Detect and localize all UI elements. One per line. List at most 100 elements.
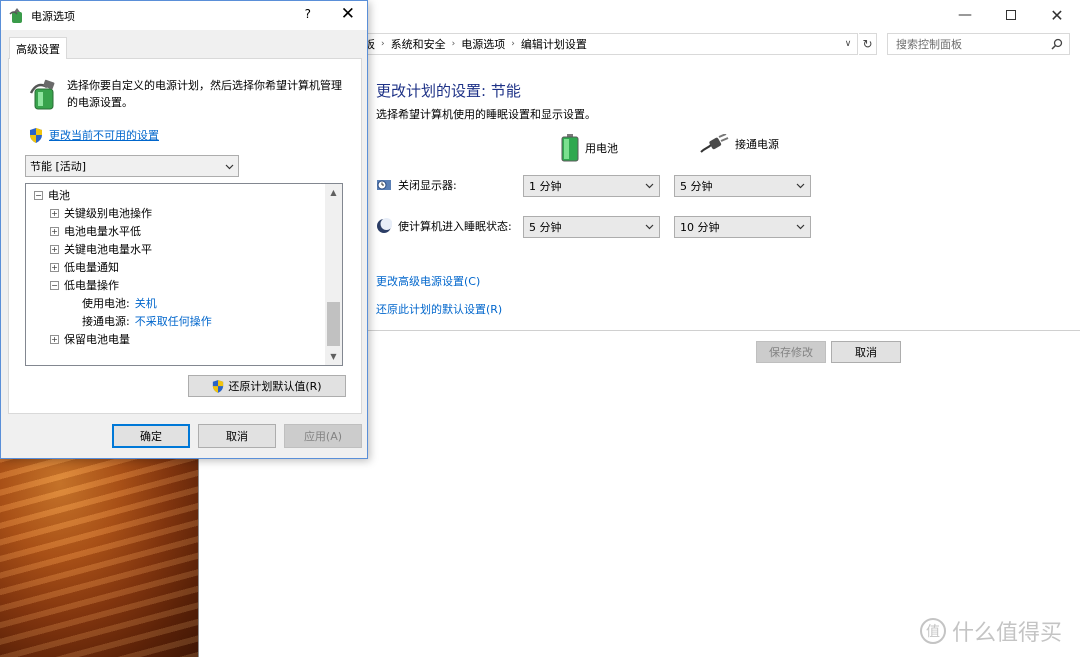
chevron-down-icon <box>645 224 654 230</box>
breadcrumb-power-options[interactable]: 电源选项 <box>457 36 509 52</box>
sleep-row-label: 使计算机进入睡眠状态: <box>376 218 512 234</box>
maximize-button[interactable] <box>988 0 1034 30</box>
power-plan-select[interactable]: 节能 [活动] <box>25 155 239 177</box>
plugged-in-label: 接通电源: <box>82 315 130 328</box>
battery-label: 用电池 <box>585 142 618 155</box>
chevron-right-icon: › <box>451 39 456 49</box>
display-off-battery-select[interactable]: 1 分钟 <box>523 175 660 197</box>
settings-tree[interactable]: − 电池 + 关键级别电池操作 + 电池电量水平低 + 关键电池电量水平 + 低… <box>25 183 343 366</box>
plugged-in-value[interactable]: 不采取任何操作 <box>135 313 212 329</box>
page-title: 更改计划的设置: 节能 <box>376 82 521 100</box>
change-unavailable-settings-link[interactable]: 更改当前不可用的设置 <box>29 127 159 143</box>
tree-setting-on-battery[interactable]: 使用电池: 关机 <box>82 294 157 312</box>
on-battery-label: 使用电池: <box>82 297 130 310</box>
chevron-down-icon[interactable]: ∨ <box>839 34 857 54</box>
watermark: 值 什么值得买 <box>919 615 1062 647</box>
tab-panel: 选择你要自定义的电源计划，然后选择你希望计算机管理的电源设置。 更改当前不可用的… <box>8 58 362 414</box>
change-unavailable-settings-label: 更改当前不可用的设置 <box>49 129 159 142</box>
tree-node-label: 关键电池电量水平 <box>64 243 152 256</box>
tab-advanced-settings[interactable]: 高级设置 <box>9 37 67 59</box>
maximize-icon <box>1006 10 1016 20</box>
tree-node-battery[interactable]: − 电池 <box>34 186 70 204</box>
sleep-battery-select[interactable]: 5 分钟 <box>523 216 660 238</box>
chevron-down-icon <box>645 183 654 189</box>
tree-node-label: 电池电量水平低 <box>64 225 141 238</box>
sleep-plugged-select[interactable]: 10 分钟 <box>674 216 811 238</box>
tree-node-label: 低电量通知 <box>64 261 119 274</box>
chevron-down-icon <box>225 164 234 170</box>
chevron-right-icon: › <box>511 39 515 49</box>
collapse-icon[interactable]: − <box>50 280 59 290</box>
uac-shield-icon <box>30 127 42 143</box>
plugged-label: 接通电源 <box>735 138 779 151</box>
watermark-text: 什么值得买 <box>951 621 1062 646</box>
sleep-plugged-value: 10 分钟 <box>680 221 720 234</box>
expand-icon[interactable]: + <box>50 226 59 236</box>
wallpaper-texture <box>0 440 200 657</box>
tree-node-label: 关键级别电池操作 <box>64 207 152 220</box>
advanced-power-settings-link[interactable]: 更改高级电源设置(C) <box>376 273 480 289</box>
restore-plan-defaults-button[interactable]: 还原计划默认值(R) <box>188 375 346 397</box>
ok-button[interactable]: 确定 <box>112 424 190 448</box>
scroll-thumb[interactable] <box>327 302 340 346</box>
display-clock-icon <box>377 180 391 190</box>
tree-node-low-action[interactable]: − 低电量操作 <box>50 276 119 294</box>
moon-sleep-icon <box>377 218 392 233</box>
tree-node-low-level[interactable]: + 电池电量水平低 <box>50 222 141 240</box>
display-off-plugged-select[interactable]: 5 分钟 <box>674 175 811 197</box>
cancel-button[interactable]: 取消 <box>831 341 901 363</box>
tree-node-reserve[interactable]: + 保留电池电量 <box>50 330 130 348</box>
display-off-plugged-value: 5 分钟 <box>680 180 713 193</box>
search-icon <box>1051 38 1063 50</box>
power-options-dialog: 电源选项 ? ✕ 高级设置 选择你要自定义的电源计划，然后选择你希望计算机管理的… <box>0 0 368 459</box>
page-subtitle: 选择希望计算机使用的睡眠设置和显示设置。 <box>376 108 596 121</box>
restore-plan-defaults-label: 还原计划默认值(R) <box>228 380 322 393</box>
close-button[interactable]: ✕ <box>1034 0 1080 30</box>
expand-icon[interactable]: + <box>50 334 59 344</box>
search-input[interactable]: 搜索控制面板 <box>887 33 1070 55</box>
sleep-label: 使计算机进入睡眠状态: <box>398 220 512 233</box>
search-placeholder: 搜索控制面板 <box>896 38 962 51</box>
chevron-down-icon <box>796 183 805 189</box>
address-bar[interactable]: 板 › 系统和安全 › 电源选项 › 编辑计划设置 ∨ <box>359 33 858 55</box>
chevron-down-icon <box>796 224 805 230</box>
dialog-cancel-button[interactable]: 取消 <box>198 424 276 448</box>
tree-node-low-notification[interactable]: + 低电量通知 <box>50 258 119 276</box>
watermark-logo-icon: 值 <box>919 618 946 644</box>
refresh-button[interactable]: ↻ <box>859 33 877 55</box>
intro-text: 选择你要自定义的电源计划，然后选择你希望计算机管理的电源设置。 <box>67 79 342 109</box>
save-button[interactable]: 保存修改 <box>756 341 826 363</box>
power-plan-value: 节能 [活动] <box>30 160 87 173</box>
on-battery-value[interactable]: 关机 <box>135 295 157 311</box>
tree-node-critical-level[interactable]: + 关键电池电量水平 <box>50 240 152 258</box>
column-header-plugged: 接通电源 <box>699 134 779 154</box>
apply-button[interactable]: 应用(A) <box>284 424 362 448</box>
dialog-title: 电源选项 <box>31 9 75 23</box>
tree-scrollbar[interactable]: ▲ ▼ <box>325 184 342 365</box>
scroll-down-icon[interactable]: ▼ <box>325 348 342 365</box>
collapse-icon[interactable]: − <box>34 190 43 200</box>
expand-icon[interactable]: + <box>50 208 59 218</box>
power-plug-icon <box>700 134 729 153</box>
breadcrumb-system-security[interactable]: 系统和安全 <box>387 36 450 52</box>
restore-defaults-link[interactable]: 还原此计划的默认设置(R) <box>376 301 502 317</box>
tree-node-label: 保留电池电量 <box>64 333 130 346</box>
scroll-up-icon[interactable]: ▲ <box>325 184 342 201</box>
tree-node-label: 低电量操作 <box>64 279 119 292</box>
display-off-battery-value: 1 分钟 <box>529 180 562 193</box>
breadcrumb-edit-plan[interactable]: 编辑计划设置 <box>517 36 591 52</box>
desktop-wallpaper <box>0 440 200 657</box>
tree-setting-plugged-in[interactable]: 接通电源: 不采取任何操作 <box>82 312 212 330</box>
chevron-right-icon: › <box>381 39 385 49</box>
help-button[interactable]: ? <box>305 7 311 21</box>
expand-icon[interactable]: + <box>50 262 59 272</box>
dialog-close-button[interactable]: ✕ <box>341 4 355 24</box>
power-options-icon <box>9 8 22 23</box>
uac-shield-icon <box>213 379 224 393</box>
expand-icon[interactable]: + <box>50 244 59 254</box>
battery-icon <box>561 134 579 162</box>
display-off-row-label: 关闭显示器: <box>376 177 457 193</box>
minimize-button[interactable]: — <box>942 0 988 30</box>
tree-node-critical-action[interactable]: + 关键级别电池操作 <box>50 204 152 222</box>
column-header-battery: 用电池 <box>561 134 618 162</box>
